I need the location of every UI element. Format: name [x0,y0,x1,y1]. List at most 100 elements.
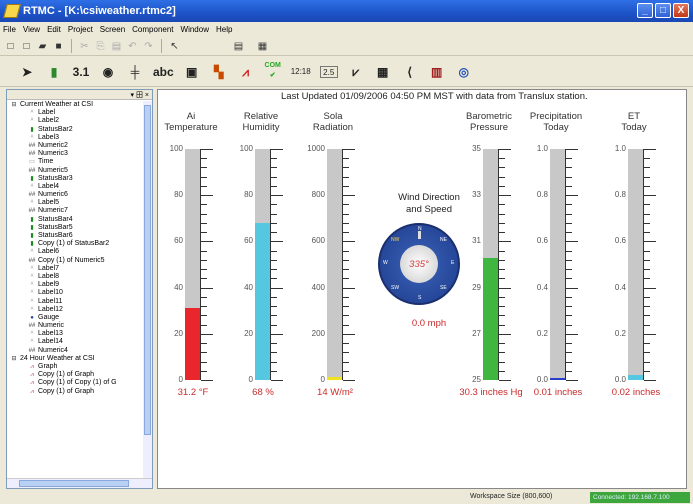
new-file-icon[interactable]: □ [4,40,17,53]
save-icon[interactable]: ■ [52,40,65,53]
tree-component-node[interactable]: ᴬ Label2 [7,117,144,125]
alarm-tool-icon[interactable]: ▥ [428,61,446,83]
gauge-tick-label: 1.0 [536,144,548,153]
tree-component-node[interactable]: ## Copy (1) of Numeric5 [7,257,144,265]
time-tool[interactable]: 12:18 [291,61,311,83]
statusbar-tool-icon[interactable]: ▮ [45,61,63,83]
tree-component-node[interactable]: ## Numeric4 [7,347,144,355]
menu-view[interactable]: View [23,25,40,34]
tree-component-node[interactable]: ## Numeric2 [7,142,144,150]
tree-component-node[interactable]: ᴬ Label9 [7,281,144,289]
gauge-tick [644,167,650,169]
scrollbar-thumb[interactable] [19,480,129,487]
menu-file[interactable]: File [3,25,16,34]
table-tool[interactable]: 2.5 [319,65,338,78]
tree-component-node[interactable]: ▮ StatusBar4 [7,216,144,224]
slider-tool-icon[interactable]: ╪ [126,61,144,83]
tree-component-node[interactable]: ᴬ Label7 [7,265,144,273]
menu-screen[interactable]: Screen [100,25,125,34]
tree-component-node[interactable]: ᴬ Label3 [7,134,144,142]
gauge-tick [644,222,650,224]
maximize-button[interactable]: □ [655,3,671,18]
image-tool-icon[interactable]: ▣ [183,61,201,83]
tree-component-node[interactable]: ▭ Time [7,158,144,166]
tree-component-node[interactable]: ## Numeric [7,322,144,330]
gauge-tick [343,361,349,363]
compass-tool-icon[interactable]: ◎ [455,61,473,83]
chart-tool-icon[interactable]: ▚ [210,61,228,83]
text-label-tool[interactable]: abc [153,61,174,83]
gauge-scale [565,149,579,381]
tree-component-node[interactable]: ᴬ Label11 [7,298,144,306]
gauge-tick-label: 60 [174,236,183,246]
gauge-tick [271,333,283,335]
tree-header[interactable]: ▾ 田 × [7,90,152,100]
gauge-tick-label: 400 [311,282,325,292]
menu-window[interactable]: Window [181,25,209,34]
open-folder-icon[interactable]: ▰ [36,40,49,53]
tree-component-node[interactable]: ᴬ Label10 [7,289,144,297]
tree-component-node[interactable]: ● Gauge [7,314,144,322]
tree-component-node[interactable]: ## Numeric3 [7,150,144,158]
tree-component-node[interactable]: ᴬ Label13 [7,330,144,338]
tree-component-node[interactable]: ## Numeric7 [7,207,144,215]
tree-component-node[interactable]: ▮ StatusBar2 [7,126,144,134]
paste-icon[interactable]: ▤ [110,40,123,53]
tree-component-node[interactable]: ᴬ Label12 [7,306,144,314]
wind-compass[interactable]: N NE E SE S SW W NW 335° [378,223,460,305]
tree-component-node[interactable]: ▮ StatusBar3 [7,175,144,183]
pointer-icon[interactable]: ➤ [18,61,36,83]
minimize-button[interactable]: _ [637,3,653,18]
gauge-tick [201,333,213,335]
tree-component-node[interactable]: ᴬ Label4 [7,183,144,191]
tree-component-node[interactable]: ## Numeric6 [7,191,144,199]
gauge-scale [498,149,512,381]
tree-component-node[interactable]: ᴬ Label14 [7,338,144,346]
tree-component-node[interactable]: ᴬ Label8 [7,273,144,281]
scrollbar-thumb[interactable] [144,105,151,435]
tree-screen-node[interactable]: ⊟ 24 Hour Weather at CSI [7,355,144,363]
gauge-tick [499,380,511,381]
menu-component[interactable]: Component [132,25,173,34]
align-icon[interactable]: ▤ [232,40,245,53]
table-grid-tool-icon[interactable]: ▦ [374,61,392,83]
tree-component-node[interactable]: ᴬ Label5 [7,199,144,207]
tree-component-node[interactable]: ᴬ Label [7,109,144,117]
tree-horizontal-scrollbar[interactable] [7,478,152,488]
gauge-tick [499,352,505,354]
new-screen-icon[interactable]: □ [20,40,33,53]
gauge-value: 30.3 inches Hg [459,387,523,398]
numeric-display-tool[interactable]: 3.1 [72,61,90,83]
tree-component-node[interactable]: ⩘ Copy (1) of Copy (1) of G [7,379,144,387]
menu-edit[interactable]: Edit [47,25,61,34]
gauge-tick [644,213,650,215]
gauge-tick [201,315,207,317]
menu-project[interactable]: Project [68,25,93,34]
tree-vertical-scrollbar[interactable] [143,101,152,478]
fft-tool-icon[interactable]: ⟨ [401,61,419,83]
redo-icon[interactable]: ↷ [142,40,155,53]
gauge-tool-icon[interactable]: ◉ [99,61,117,83]
graph-tool-icon[interactable]: ⩘ [237,61,255,83]
grid-icon[interactable]: ▦ [256,40,269,53]
tree-component-node[interactable]: ▮ StatusBar6 [7,232,144,240]
gauge-tick-label: 29 [472,282,481,292]
tree-screen-node[interactable]: ⊟ Current Weather at CSI [7,101,144,109]
com-status-tool[interactable]: COM ✔ [264,61,282,83]
cut-icon[interactable]: ✂ [78,40,91,53]
tree-component-node[interactable]: ⩘ Copy (1) of Graph [7,388,144,396]
tree-component-node[interactable]: ▮ Copy (1) of StatusBar2 [7,240,144,248]
copy-icon[interactable]: ⎘ [94,40,107,53]
tree-component-node[interactable]: ## Numeric5 [7,167,144,175]
tree-component-node[interactable]: ▮ StatusBar5 [7,224,144,232]
undo-icon[interactable]: ↶ [126,40,139,53]
tree-node-label: Label6 [38,248,60,256]
tree-component-node[interactable]: ᴬ Label6 [7,248,144,256]
title-bar[interactable]: RTMC - [K:\csiweather.rtmc2] _ □ X [0,0,693,22]
context-help-icon[interactable]: ↖ [168,40,181,53]
xy-chart-tool-icon[interactable]: ⩗ [347,61,365,83]
menu-help[interactable]: Help [216,25,232,34]
tree-component-node[interactable]: ⩘ Copy (1) of Graph [7,371,144,379]
close-button[interactable]: X [673,3,689,18]
tree-component-node[interactable]: ⩘ Graph [7,363,144,371]
